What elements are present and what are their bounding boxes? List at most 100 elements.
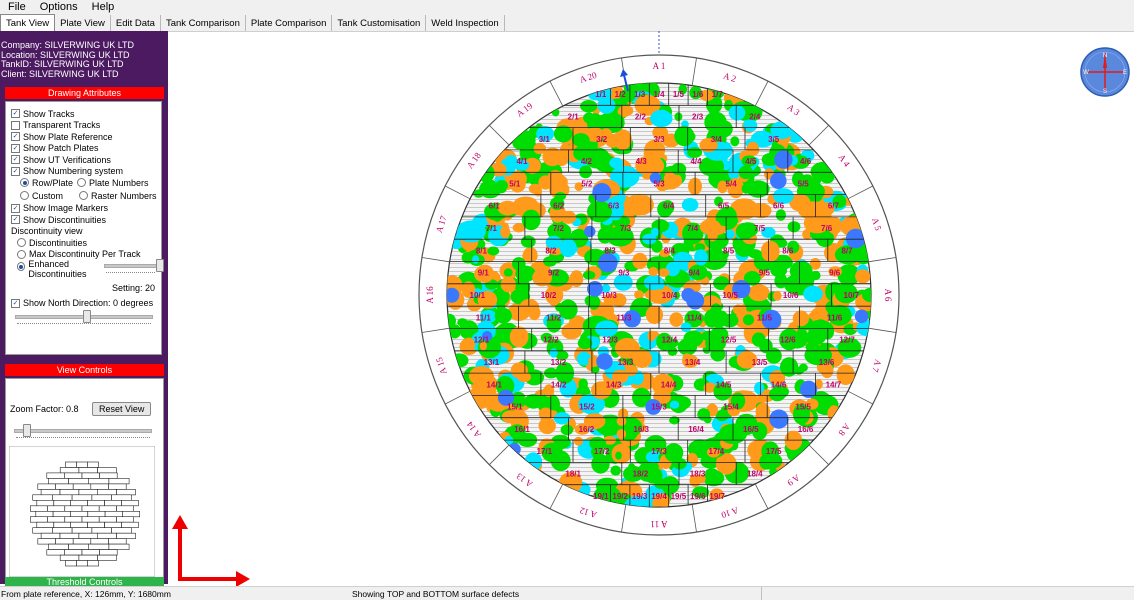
- slider-thumb[interactable]: [156, 259, 165, 272]
- raster-numbers-radio[interactable]: [79, 191, 89, 200]
- plate-label[interactable]: 18/1: [565, 470, 581, 479]
- plate-label[interactable]: 2/4: [749, 113, 761, 122]
- plate-label[interactable]: 1/6: [692, 90, 704, 99]
- tab-weld-inspection[interactable]: Weld Inspection: [426, 15, 505, 31]
- plate-label[interactable]: 14/4: [661, 380, 677, 389]
- plate-label[interactable]: 11/4: [687, 313, 703, 322]
- menu-file[interactable]: File: [8, 1, 26, 13]
- plate-label[interactable]: 19/1: [593, 492, 609, 501]
- plate-label[interactable]: 17/5: [766, 447, 782, 456]
- plate-label[interactable]: 17/1: [537, 447, 553, 456]
- plate-label[interactable]: 16/1: [514, 425, 530, 434]
- tab-tank-comparison[interactable]: Tank Comparison: [160, 15, 246, 31]
- plate-label[interactable]: 9/6: [829, 269, 841, 278]
- north-direction-slider[interactable]: [11, 309, 157, 324]
- plate-label[interactable]: 13/1: [484, 358, 500, 367]
- menu-help[interactable]: Help: [92, 1, 115, 13]
- plate-label[interactable]: 1/2: [615, 90, 627, 99]
- plate-label[interactable]: 3/2: [596, 135, 608, 144]
- plate-label[interactable]: 7/4: [687, 224, 699, 233]
- plate-label[interactable]: 4/5: [745, 157, 757, 166]
- plate-label[interactable]: 9/1: [478, 269, 490, 278]
- show-tracks-checkbox[interactable]: ✓ Show Tracks: [11, 108, 161, 120]
- plate-label[interactable]: 10/6: [783, 291, 799, 300]
- plate-label[interactable]: 4/3: [636, 157, 648, 166]
- plate-label[interactable]: 9/2: [548, 269, 560, 278]
- plate-label[interactable]: 7/6: [821, 224, 833, 233]
- reset-view-button[interactable]: Reset View: [92, 402, 152, 416]
- plate-label[interactable]: 19/3: [632, 492, 648, 501]
- plate-label[interactable]: 6/2: [553, 202, 565, 211]
- plate-label[interactable]: 14/2: [551, 380, 567, 389]
- tank-overview-thumbnail[interactable]: [9, 446, 155, 577]
- plate-label[interactable]: 10/1: [470, 291, 486, 300]
- plate-label[interactable]: 15/1: [507, 403, 523, 412]
- plate-label[interactable]: 6/5: [718, 202, 730, 211]
- plate-label[interactable]: 7/1: [486, 224, 498, 233]
- plate-label[interactable]: 18/4: [747, 470, 763, 479]
- plate-label[interactable]: 3/5: [768, 135, 780, 144]
- plate-label[interactable]: 9/4: [689, 269, 701, 278]
- plate-label[interactable]: 19/2: [612, 492, 628, 501]
- plate-label[interactable]: 13/5: [752, 358, 768, 367]
- plate-label[interactable]: 8/1: [476, 246, 488, 255]
- drawing-attributes-header[interactable]: Drawing Attributes: [5, 87, 164, 99]
- plate-label[interactable]: 8/7: [841, 246, 853, 255]
- plate-label[interactable]: 4/2: [581, 157, 593, 166]
- custom-radio[interactable]: [20, 191, 29, 200]
- plate-label[interactable]: 17/4: [709, 447, 725, 456]
- plate-label[interactable]: 1/5: [673, 90, 685, 99]
- plate-label[interactable]: 4/4: [690, 157, 702, 166]
- plate-label[interactable]: 1/4: [653, 90, 665, 99]
- view-controls-header[interactable]: View Controls: [5, 364, 164, 376]
- plate-label[interactable]: 9/3: [618, 269, 630, 278]
- tank-canvas[interactable]: A 1A 2A 3A 4A 5A 6A 7A 8A 9A 10 A 11 A 12 A…: [168, 31, 1134, 587]
- show-patch-plates-checkbox[interactable]: ✓ Show Patch Plates: [11, 143, 161, 155]
- plate-label[interactable]: 19/5: [671, 492, 687, 501]
- tab-plate-comparison[interactable]: Plate Comparison: [245, 15, 333, 31]
- compass-icon[interactable]: N S E W: [1080, 47, 1130, 97]
- plate-label[interactable]: 14/1: [486, 380, 502, 389]
- plate-label[interactable]: 14/3: [606, 380, 622, 389]
- plate-label[interactable]: 5/3: [653, 179, 665, 188]
- enhanced-discontinuities-radio[interactable]: [17, 262, 26, 271]
- plate-label[interactable]: 13/6: [819, 358, 835, 367]
- plate-label[interactable]: 13/2: [551, 358, 567, 367]
- plate-label[interactable]: 12/3: [602, 336, 618, 345]
- plate-label[interactable]: 5/1: [509, 179, 521, 188]
- plate-label[interactable]: 12/6: [780, 336, 796, 345]
- plate-label[interactable]: 6/3: [608, 202, 620, 211]
- tab-tank-view[interactable]: Tank View: [0, 14, 56, 31]
- plate-label[interactable]: 14/6: [771, 380, 787, 389]
- tank-drawing[interactable]: A 1A 2A 3A 4A 5A 6A 7A 8A 9A 10A 11A 12A…: [168, 31, 1134, 587]
- plate-label[interactable]: 15/4: [723, 403, 739, 412]
- plate-label[interactable]: 9/5: [759, 269, 771, 278]
- plate-label[interactable]: 1/1: [595, 90, 607, 99]
- plate-label[interactable]: 15/5: [795, 403, 811, 412]
- plate-label[interactable]: 4/6: [800, 157, 812, 166]
- plate-label[interactable]: 5/2: [581, 179, 593, 188]
- plate-label[interactable]: 5/4: [726, 179, 738, 188]
- plate-label[interactable]: 3/1: [539, 135, 551, 144]
- plate-label[interactable]: 19/4: [651, 492, 667, 501]
- plate-label[interactable]: 2/1: [568, 113, 580, 122]
- tab-edit-data[interactable]: Edit Data: [110, 15, 161, 31]
- plate-label[interactable]: 18/3: [690, 470, 706, 479]
- plate-label[interactable]: 11/6: [827, 313, 843, 322]
- show-numbering-checkbox[interactable]: ✓ Show Numbering system: [11, 166, 161, 178]
- plate-label[interactable]: 12/2: [543, 336, 559, 345]
- plate-label[interactable]: 2/3: [692, 113, 704, 122]
- plate-label[interactable]: 12/7: [839, 336, 855, 345]
- plate-label[interactable]: 1/7: [712, 90, 724, 99]
- plate-label[interactable]: 3/4: [711, 135, 723, 144]
- plate-label[interactable]: 8/5: [723, 246, 735, 255]
- plate-label[interactable]: 16/5: [743, 425, 759, 434]
- plate-label[interactable]: 6/1: [489, 202, 501, 211]
- plate-label[interactable]: 6/4: [663, 202, 675, 211]
- plate-label[interactable]: 19/6: [690, 492, 706, 501]
- plate-label[interactable]: 8/4: [664, 246, 676, 255]
- show-plate-reference-checkbox[interactable]: ✓ Show Plate Reference: [11, 131, 161, 143]
- plate-label[interactable]: 14/7: [826, 380, 842, 389]
- plate-label[interactable]: 7/3: [620, 224, 632, 233]
- plate-label[interactable]: 6/6: [773, 202, 785, 211]
